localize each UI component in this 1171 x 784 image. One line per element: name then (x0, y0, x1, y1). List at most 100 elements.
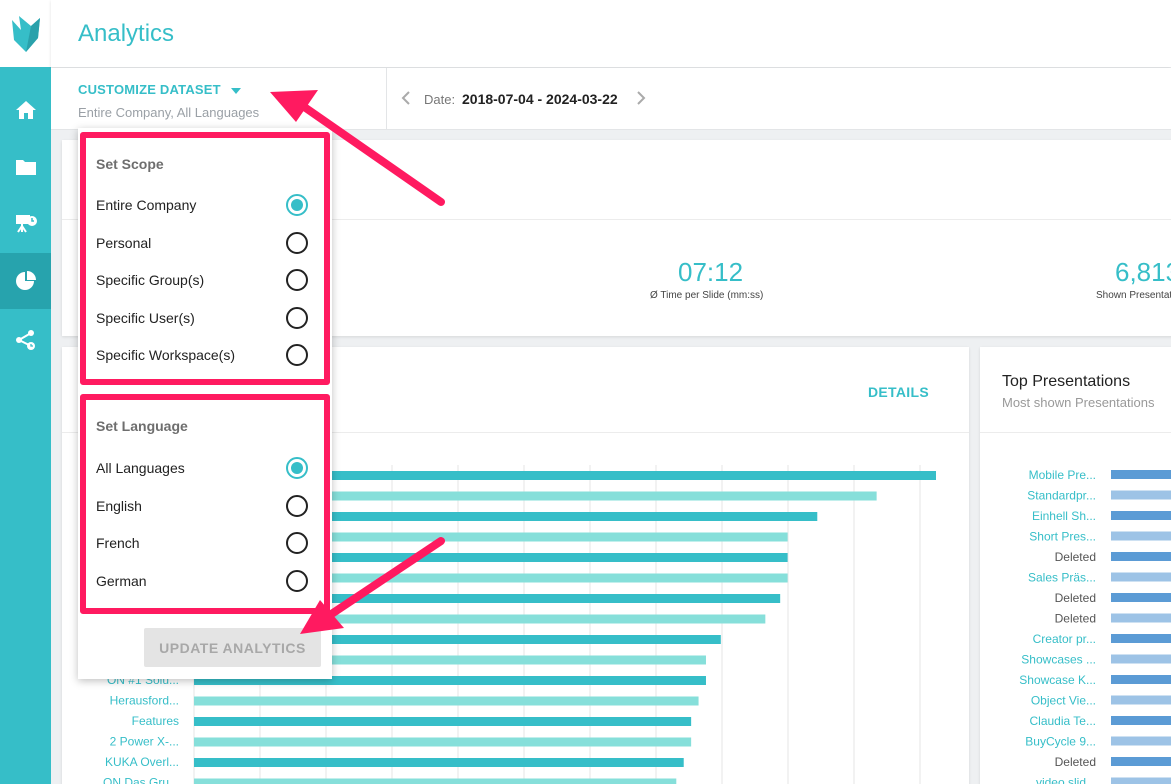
presentation-label[interactable]: Short Pres... (1029, 530, 1096, 544)
presentation-label[interactable]: BuyCycle 9... (1025, 735, 1096, 749)
presentation-label[interactable]: Showcase K... (1019, 673, 1096, 687)
nav-share[interactable] (0, 312, 51, 368)
bar[interactable] (1111, 531, 1171, 541)
radio-button[interactable] (286, 494, 308, 517)
radio-button[interactable] (286, 231, 308, 254)
radio-button[interactable] (286, 306, 308, 329)
toolbar-divider (386, 68, 387, 130)
presentation-label[interactable]: Object Vie... (1031, 694, 1096, 708)
option-label: German (96, 572, 147, 589)
presentation-icon (15, 215, 37, 233)
share-icon (15, 330, 35, 350)
scope-section: Set Scope Entire Company Personal Specific… (80, 132, 330, 385)
option-label: Entire Company (96, 197, 197, 213)
bar[interactable] (1111, 613, 1171, 623)
presentation-label: Deleted (1055, 755, 1096, 769)
category-label[interactable]: Herausford... (110, 694, 179, 708)
nav-files[interactable] (0, 139, 51, 195)
language-title: Set Language (96, 418, 188, 434)
bar[interactable] (1111, 654, 1171, 664)
bar[interactable] (1111, 511, 1171, 520)
option-row[interactable]: Specific User(s) (86, 303, 324, 333)
scope-title: Set Scope (96, 156, 164, 172)
page-title: Analytics (78, 20, 175, 47)
presentation-label[interactable]: Einhell Sh... (1032, 509, 1096, 523)
bar[interactable] (194, 717, 692, 726)
option-row[interactable]: Specific Group(s) (86, 265, 324, 295)
chevron-left-icon[interactable] (399, 88, 413, 108)
option-label: English (96, 497, 142, 514)
pie-chart-icon (15, 271, 36, 290)
radio-button[interactable] (286, 269, 308, 291)
nav-home[interactable] (0, 82, 51, 138)
category-label[interactable]: ON Das Gru... (103, 776, 179, 784)
bar[interactable] (1111, 695, 1171, 705)
bar[interactable] (194, 758, 684, 767)
option-row[interactable]: Specific Workspace(s) (86, 340, 324, 370)
bar[interactable] (1111, 675, 1171, 684)
category-label[interactable]: 2 Power X-... (110, 735, 179, 749)
bar[interactable] (194, 778, 677, 784)
kpi-shown-presentations-value: 6,813 (1115, 257, 1171, 287)
radio-button[interactable] (286, 532, 308, 554)
presentation-label: Deleted (1055, 612, 1096, 626)
radio-button[interactable] (286, 194, 308, 216)
nav-presentations[interactable] (0, 196, 51, 252)
kpi-shown-presentations-label: Shown Presentations (1096, 290, 1171, 301)
customize-dataset-button[interactable]: CUSTOMIZE DATASET (78, 82, 241, 97)
option-label: Specific User(s) (96, 309, 195, 326)
option-label: French (96, 535, 140, 551)
category-label[interactable]: KUKA Overl... (105, 755, 179, 769)
bar[interactable] (1111, 777, 1171, 784)
option-label: All Languages (96, 460, 185, 476)
bar[interactable] (1111, 552, 1171, 561)
home-icon (15, 101, 36, 119)
date-label: Date: (424, 92, 456, 107)
option-row[interactable]: English (86, 491, 324, 521)
presentation-label[interactable]: Showcases ... (1021, 653, 1096, 667)
top-presentations-card: Top Presentations Most shown Presentatio… (980, 347, 1171, 784)
presentation-label[interactable]: Creator pr... (1033, 632, 1096, 646)
option-row[interactable]: Personal (86, 228, 324, 258)
option-row[interactable]: French (86, 528, 324, 558)
presentation-label[interactable]: Standardpr... (1027, 489, 1096, 503)
presentation-label[interactable]: video slid... (1036, 776, 1096, 784)
presentation-label[interactable]: Mobile Pre... (1029, 468, 1096, 482)
bar[interactable] (1111, 593, 1171, 602)
folder-icon (15, 160, 36, 175)
bar[interactable] (1111, 736, 1171, 746)
dataset-toolbar: CUSTOMIZE DATASET Entire Company, All La… (51, 68, 1171, 130)
radio-button[interactable] (286, 344, 308, 366)
option-row[interactable]: German (86, 566, 324, 596)
category-label[interactable]: Features (132, 714, 179, 728)
bar[interactable] (1111, 757, 1171, 766)
presentation-label: Deleted (1055, 591, 1096, 605)
presentation-label[interactable]: Claudia Te... (1030, 714, 1097, 728)
bar[interactable] (194, 696, 699, 706)
sidebar (0, 0, 51, 784)
bar[interactable] (1111, 490, 1171, 500)
kpi-time-per-slide-value: 07:12 (678, 257, 744, 287)
bar[interactable] (194, 737, 692, 747)
nav-analytics[interactable] (0, 253, 51, 309)
app-logo[interactable] (0, 0, 51, 67)
update-analytics-button[interactable]: UPDATE ANALYTICS (144, 628, 321, 667)
caret-down-icon (230, 87, 241, 94)
option-row[interactable]: Entire Company (86, 190, 324, 220)
dataset-summary: Entire Company, All Languages (78, 105, 260, 120)
option-label: Specific Group(s) (96, 272, 205, 288)
kpi-time-per-slide-label: Ø Time per Slide (mm:ss) (650, 290, 764, 301)
date-range[interactable]: 2018-07-04 - 2024-03-22 (462, 91, 618, 107)
bar[interactable] (1111, 572, 1171, 582)
chevron-right-icon[interactable] (634, 88, 648, 108)
presentation-label[interactable]: Sales Präs... (1028, 571, 1096, 585)
option-row[interactable]: All Languages (86, 453, 324, 483)
radio-button[interactable] (286, 457, 308, 479)
option-label: Personal (96, 234, 152, 251)
radio-button[interactable] (286, 569, 308, 592)
bar[interactable] (1111, 716, 1171, 725)
logo-icon (11, 15, 40, 52)
bar[interactable] (1111, 470, 1171, 479)
bar[interactable] (1111, 634, 1171, 643)
option-label: Specific Workspace(s) (96, 347, 236, 363)
